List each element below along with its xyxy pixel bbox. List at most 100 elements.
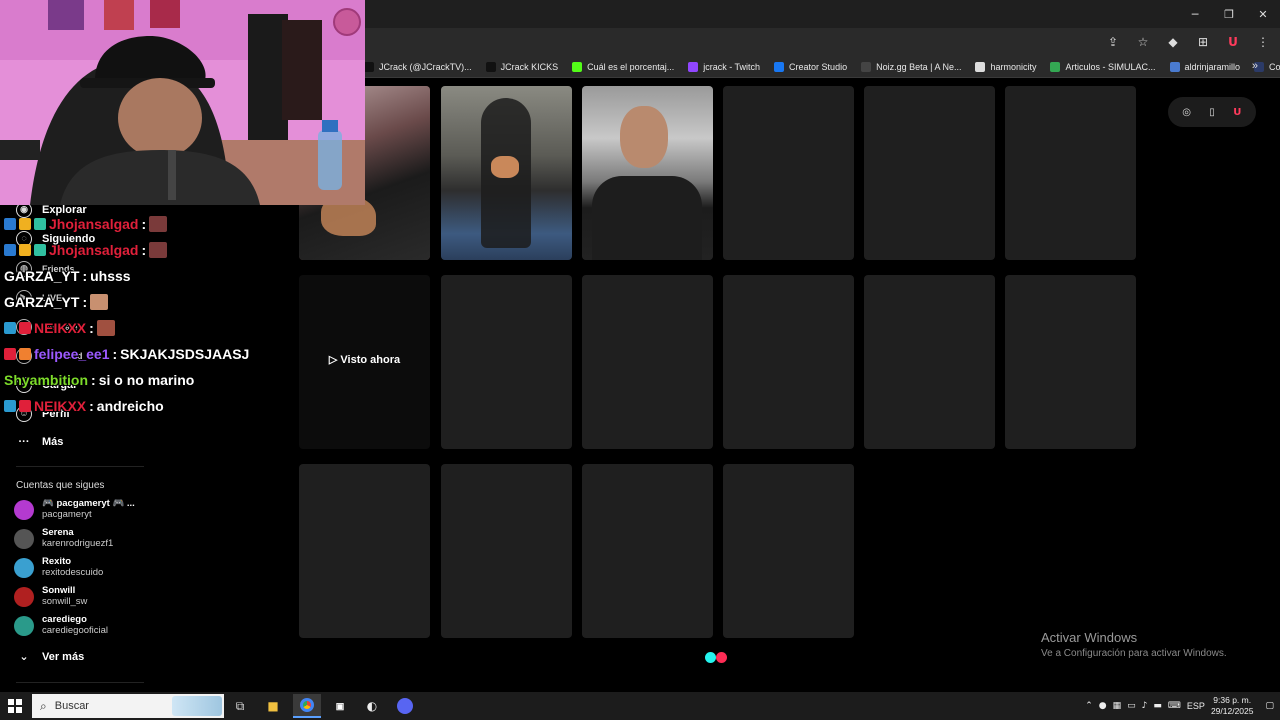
video-tile[interactable]	[1005, 86, 1136, 260]
watched-now-label: ▷ Visto ahora	[328, 354, 401, 366]
account-name: Serena	[42, 527, 74, 538]
clock[interactable]: 9:36 p. m. 29/12/2025	[1211, 695, 1254, 717]
face-shape	[620, 106, 668, 168]
profile-badge-icon[interactable]: U	[1229, 104, 1245, 120]
bookmark-label: Colección de M_blei...	[1269, 61, 1280, 72]
bookmark-favicon-icon	[688, 61, 699, 72]
badge-icon	[4, 400, 16, 412]
chat-colon: :	[112, 346, 118, 362]
chat-user: felipee_ee1	[34, 346, 110, 362]
profile-icon[interactable]: U	[1224, 33, 1242, 51]
notifications-icon[interactable]: ▢	[1265, 701, 1274, 711]
chat-user: NEIKXX	[34, 320, 87, 336]
bookmark-favicon-icon	[861, 61, 872, 72]
restore-button[interactable]: ❐	[1212, 0, 1246, 28]
compass-icon[interactable]: ◎	[1179, 104, 1195, 120]
chat-message: NEIKXX : andreicho	[4, 398, 164, 414]
emote-image	[149, 216, 168, 232]
bookmark-item[interactable]: Creator Studio	[774, 61, 848, 72]
chat-user: GARZA_YT	[4, 268, 80, 284]
video-tile[interactable]	[1005, 275, 1136, 449]
webcam-overlay	[0, 0, 365, 205]
badge-icon	[19, 244, 31, 256]
following-item[interactable]: Sonwill sonwill_sw	[14, 585, 87, 608]
video-tile[interactable]	[441, 464, 572, 638]
battery-icon[interactable]: ▬	[1153, 701, 1162, 711]
nav-mas[interactable]: ··· Más	[16, 436, 64, 448]
video-tile[interactable]	[582, 86, 713, 260]
video-tile[interactable]	[582, 275, 713, 449]
bookmark-label: Creator Studio	[789, 61, 848, 72]
chat-message: felipee_ee1 : SKJAKJSDSJAASJ	[4, 346, 249, 362]
following-item[interactable]: carediego carediegooficial	[14, 614, 108, 637]
video-tile[interactable]	[441, 86, 572, 260]
chrome-icon[interactable]	[293, 694, 321, 718]
video-tile[interactable]	[864, 86, 995, 260]
chat-message: NEIKXX :	[4, 320, 115, 336]
video-tile[interactable]	[723, 275, 854, 449]
bookmark-item[interactable]: jcrack - Twitch	[688, 61, 760, 72]
badge-icon	[19, 400, 31, 412]
badge-icon	[4, 322, 16, 334]
windows-taskbar: ⌕ Buscar ⧉ ■ ▣ ◐ ⌃ ● ▦ ▭ ♪ ▬ ⌨ ESP 9:36 …	[0, 692, 1280, 720]
bookmark-item[interactable]: JCrack (@JCrackTV)...	[364, 61, 472, 72]
divider	[16, 682, 144, 683]
bookmark-item[interactable]: Noiz.gg Beta | A Ne...	[861, 61, 961, 72]
windows-start-icon[interactable]	[8, 699, 22, 713]
epic-games-icon[interactable]: ▣	[326, 694, 354, 718]
chat-colon: :	[82, 294, 88, 310]
minimize-button[interactable]: ─	[1178, 0, 1212, 28]
chat-message: GARZA_YT : uhsss	[4, 268, 131, 284]
microphone-icon[interactable]: ●	[1099, 701, 1107, 711]
chat-user: GARZA_YT	[4, 294, 80, 310]
file-explorer-icon[interactable]: ■	[259, 694, 287, 718]
bookmark-item[interactable]: Articulos - SIMULAC...	[1050, 61, 1156, 72]
task-view-icon[interactable]: ⧉	[226, 694, 254, 718]
taskbar-search-input[interactable]: ⌕ Buscar	[32, 694, 224, 718]
volume-icon[interactable]: ♪	[1142, 701, 1148, 711]
video-tile[interactable]	[441, 275, 572, 449]
video-tile[interactable]	[723, 464, 854, 638]
chat-colon: :	[141, 216, 147, 232]
bookmark-item[interactable]: harmonicity	[975, 61, 1036, 72]
bookmarks-overflow-icon[interactable]: »	[1252, 60, 1258, 72]
extension-diamond-icon[interactable]: ◆	[1164, 33, 1182, 51]
phone-icon[interactable]: ▯	[1204, 104, 1220, 120]
bookmark-item[interactable]: aldrinjaramillo	[1169, 61, 1241, 72]
watermark-subtitle: Ve a Configuración para activar Windows.	[1041, 648, 1227, 659]
video-tile[interactable]	[582, 464, 713, 638]
bookmark-label: aldrinjaramillo	[1184, 61, 1241, 72]
cast-icon[interactable]: ⇪	[1104, 33, 1122, 51]
bookmark-item[interactable]: JCrack KICKS	[485, 61, 558, 72]
following-item[interactable]: Rexito rexitodescuido	[14, 556, 103, 579]
display-icon[interactable]: ▭	[1127, 701, 1136, 711]
language-indicator[interactable]: ESP	[1187, 701, 1205, 711]
following-item[interactable]: 🎮 pacgameryt 🎮 ... pacgameryt	[14, 498, 135, 521]
discord-icon[interactable]	[391, 694, 419, 718]
obs-icon[interactable]: ◐	[358, 694, 386, 718]
bookmark-item[interactable]: Cuál es el porcentaj...	[572, 61, 675, 72]
see-more-button[interactable]: ⌄ Ver más	[16, 650, 84, 663]
following-item[interactable]: Serena karenrodriguezf1	[14, 527, 113, 550]
bookmark-star-icon[interactable]: ☆	[1134, 33, 1152, 51]
see-more-label: Ver más	[42, 650, 85, 663]
video-tile-watched[interactable]: ▷ Visto ahora	[299, 275, 430, 449]
video-tile[interactable]	[723, 86, 854, 260]
badge-icon	[19, 322, 31, 334]
video-tile[interactable]	[299, 464, 430, 638]
bookmark-label: Cuál es el porcentaj...	[587, 61, 675, 72]
extensions-puzzle-icon[interactable]: ⊞	[1194, 33, 1212, 51]
bookmark-favicon-icon	[1050, 61, 1061, 72]
chat-colon: :	[91, 372, 96, 388]
network-icon[interactable]: ▦	[1113, 701, 1122, 711]
avatar	[14, 586, 34, 607]
chat-colon: :	[89, 320, 94, 336]
browser-menu-icon[interactable]: ⋮	[1254, 33, 1272, 51]
account-handle: karenrodriguezf1	[42, 538, 114, 549]
keyboard-icon[interactable]: ⌨	[1168, 701, 1181, 711]
video-tile[interactable]	[864, 275, 995, 449]
close-button[interactable]: ✕	[1246, 0, 1280, 28]
more-dots-icon: ···	[18, 436, 30, 448]
chevron-up-icon[interactable]: ⌃	[1085, 701, 1093, 711]
chat-text: si o no marino	[98, 372, 195, 388]
